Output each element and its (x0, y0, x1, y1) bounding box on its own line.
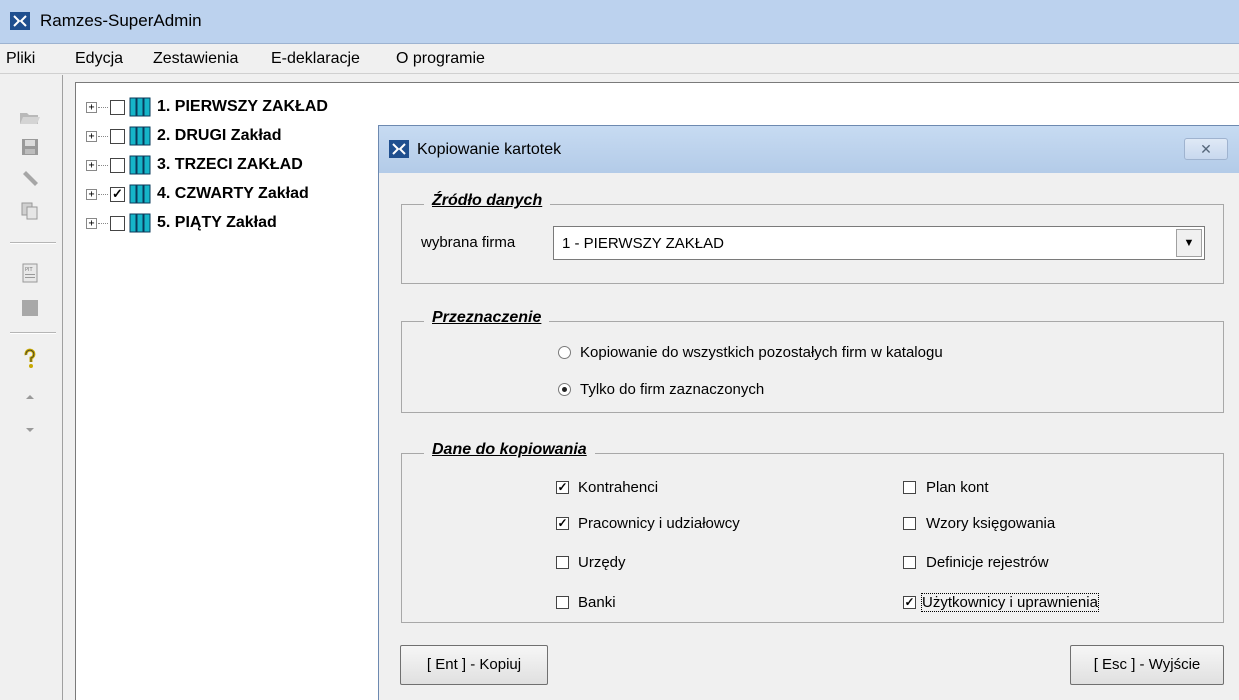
checkbox-definicje-rejestrow-label[interactable]: Definicje rejestrów (926, 554, 1049, 571)
radio-selected-firms-label[interactable]: Tylko do firm zaznaczonych (580, 381, 764, 398)
checkbox-wzory-ksiegowania-label[interactable]: Wzory księgowania (926, 515, 1055, 532)
checkbox-kontrahenci[interactable]: ✓ (556, 481, 569, 494)
tree-item-label: 2. DRUGI Zakład (157, 127, 282, 144)
menu-edycja[interactable]: Edycja (75, 50, 123, 68)
books-icon (129, 97, 151, 117)
chevron-down-icon[interactable]: ▼ (1176, 229, 1202, 257)
checkbox-plan-kont[interactable] (903, 481, 916, 494)
copy-icon[interactable] (18, 199, 42, 223)
edit-pencil-icon[interactable] (18, 167, 42, 191)
tree-checkbox[interactable] (110, 157, 125, 173)
radio-all-firms[interactable] (558, 346, 571, 359)
checkbox-plan-kont-label[interactable]: Plan kont (926, 479, 989, 496)
app-icon (389, 140, 409, 158)
menu-pliki[interactable]: Pliki (6, 50, 35, 68)
arrow-down-icon[interactable] (18, 418, 42, 442)
open-folder-icon[interactable] (18, 105, 42, 129)
copy-button[interactable]: [ Ent ] - Kopiuj (400, 645, 548, 685)
arrow-up-icon[interactable] (18, 385, 42, 409)
destination-group: Przeznaczenie (401, 309, 1224, 413)
tree-checkbox-checked[interactable]: ✓ (110, 186, 125, 202)
app-title: Ramzes-SuperAdmin (40, 11, 202, 30)
tree-item-label: 3. TRZECI ZAKŁAD (157, 156, 303, 173)
checkbox-urzedy[interactable] (556, 556, 569, 569)
toolbar-separator (10, 242, 56, 244)
menu-zestawienia[interactable]: Zestawienia (153, 50, 238, 68)
books-icon (129, 155, 151, 175)
checkbox-wzory-ksiegowania[interactable] (903, 517, 916, 530)
company-select[interactable]: 1 - PIERWSZY ZAKŁAD ▼ (553, 226, 1205, 260)
expand-icon[interactable]: + (86, 101, 97, 113)
dialog-titlebar[interactable]: Kopiowanie kartotek ✕ (379, 126, 1239, 173)
save-icon[interactable] (18, 135, 42, 159)
tree-checkbox[interactable] (110, 99, 125, 115)
expand-icon[interactable]: + (86, 130, 97, 142)
help-key-icon[interactable] (18, 347, 42, 371)
group-title: Przeznaczenie (424, 309, 550, 327)
exit-button[interactable]: [ Esc ] - Wyjście (1070, 645, 1224, 685)
expand-icon[interactable]: + (86, 217, 97, 229)
data-group: Dane do kopiowania (401, 441, 1224, 623)
radio-dot (562, 387, 567, 392)
tree-checkbox[interactable] (110, 215, 125, 231)
checkbox-urzedy-label[interactable]: Urzędy (578, 554, 626, 571)
tree-item[interactable]: + 5. PIĄTY Zakład (86, 211, 277, 235)
checkbox-definicje-rejestrow[interactable] (903, 556, 916, 569)
toolbar: PIT (0, 75, 63, 700)
group-title: Źródło danych (424, 192, 551, 210)
checkbox-banki[interactable] (556, 596, 569, 609)
books-icon (129, 184, 151, 204)
tree-item-label: 5. PIĄTY Zakład (157, 214, 277, 231)
tree-item[interactable]: + 1. PIERWSZY ZAKŁAD (86, 95, 328, 119)
menu-bar: Pliki Edycja Zestawienia E-deklaracje O … (0, 44, 1239, 74)
checkbox-banki-label[interactable]: Banki (578, 594, 616, 611)
books-icon (129, 213, 151, 233)
radio-all-firms-label[interactable]: Kopiowanie do wszystkich pozostałych fir… (580, 344, 943, 361)
toolbar-separator (10, 332, 56, 334)
stop-icon[interactable] (18, 296, 42, 320)
checkbox-uzytkownicy-label[interactable]: Użytkownicy i uprawnienia (921, 593, 1099, 612)
pit-form-icon[interactable]: PIT (18, 261, 42, 285)
selected-company-label: wybrana firma (421, 234, 516, 251)
company-select-value: 1 - PIERWSZY ZAKŁAD (562, 235, 724, 252)
tree-checkbox[interactable] (110, 128, 125, 144)
menu-e-deklaracje[interactable]: E-deklaracje (271, 50, 360, 68)
tree-item[interactable]: + 2. DRUGI Zakład (86, 124, 281, 148)
checkbox-pracownicy-label[interactable]: Pracownicy i udziałowcy (578, 515, 740, 532)
tree-item-label: 1. PIERWSZY ZAKŁAD (157, 98, 328, 115)
expand-icon[interactable]: + (86, 188, 97, 200)
radio-selected-firms[interactable] (558, 383, 571, 396)
group-title: Dane do kopiowania (424, 441, 595, 459)
app-icon (10, 12, 30, 30)
svg-text:PIT: PIT (25, 267, 33, 273)
tree-item[interactable]: + 3. TRZECI ZAKŁAD (86, 153, 303, 177)
dialog-title: Kopiowanie kartotek (417, 141, 562, 158)
close-icon[interactable]: ✕ (1184, 138, 1228, 160)
tree-item[interactable]: + ✓ 4. CZWARTY Zakład (86, 182, 309, 206)
app-titlebar: Ramzes-SuperAdmin (0, 0, 1239, 44)
books-icon (129, 126, 151, 146)
checkbox-uzytkownicy[interactable]: ✓ (903, 596, 916, 609)
checkbox-kontrahenci-label[interactable]: Kontrahenci (578, 479, 658, 496)
menu-o-programie[interactable]: O programie (396, 50, 485, 68)
expand-icon[interactable]: + (86, 159, 97, 171)
checkbox-pracownicy[interactable]: ✓ (556, 517, 569, 530)
tree-item-label: 4. CZWARTY Zakład (157, 185, 309, 202)
